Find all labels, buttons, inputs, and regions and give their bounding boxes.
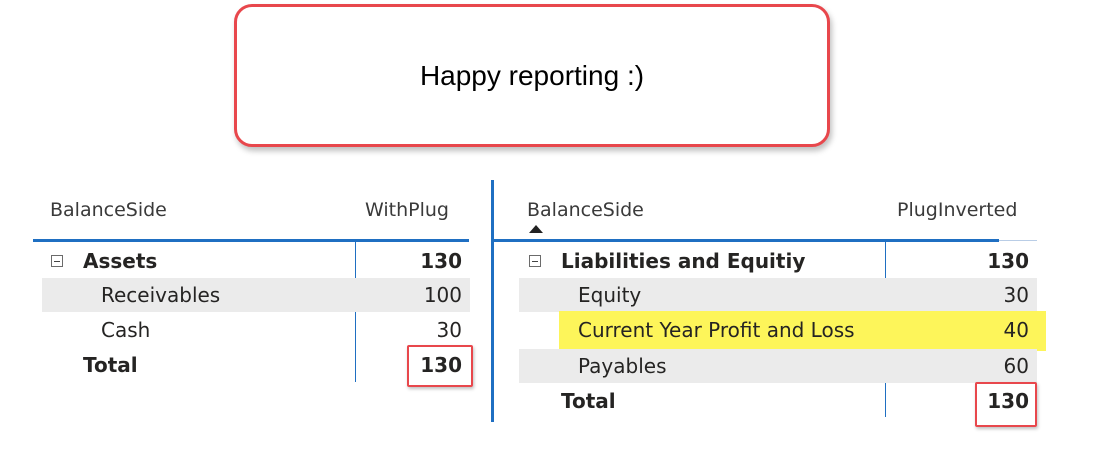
- total-label: Total: [561, 389, 616, 413]
- table-divider: [491, 180, 494, 422]
- row-label: Assets: [83, 249, 158, 273]
- table-row: Receivables 100: [42, 278, 470, 312]
- left-header-balanceside[interactable]: BalanceSide: [50, 199, 167, 221]
- table-row: Assets 130: [42, 244, 470, 278]
- right-header-pluginverted[interactable]: PlugInverted: [897, 199, 1017, 221]
- table-row: Current Year Profit and Loss 40: [519, 311, 1046, 351]
- right-header-balanceside[interactable]: BalanceSide: [527, 199, 644, 221]
- collapse-icon[interactable]: [51, 255, 63, 267]
- table-row: Payables 60: [519, 349, 1037, 383]
- row-label: Current Year Profit and Loss: [578, 318, 855, 342]
- total-row: Total 130: [519, 384, 1037, 418]
- row-value: 40: [1003, 318, 1029, 342]
- row-value: 130: [420, 249, 462, 273]
- row-value: 100: [423, 283, 462, 307]
- total-highlight-box: [407, 345, 473, 387]
- sort-ascending-icon[interactable]: [529, 225, 543, 233]
- left-header-withplug[interactable]: WithPlug: [365, 199, 449, 221]
- row-label: Equity: [578, 283, 642, 307]
- total-row: Total 130: [42, 348, 470, 382]
- row-label: Liabilities and Equitiy: [561, 249, 806, 273]
- row-label: Cash: [101, 318, 151, 342]
- total-highlight-box: [975, 382, 1037, 427]
- row-label: Payables: [578, 354, 667, 378]
- left-matrix: BalanceSide WithPlug Assets 130 Receivab…: [0, 0, 490, 465]
- row-value: 130: [987, 249, 1029, 273]
- row-value: 30: [436, 318, 462, 342]
- total-label: Total: [83, 353, 138, 377]
- row-label: Receivables: [101, 283, 221, 307]
- table-row: Cash 30: [42, 313, 470, 347]
- left-header-underline: [33, 239, 469, 242]
- collapse-icon[interactable]: [529, 255, 541, 267]
- row-value: 30: [1003, 283, 1029, 307]
- table-row: Equity 30: [519, 278, 1037, 312]
- right-matrix: BalanceSide PlugInverted Liabilities and…: [495, 0, 1055, 465]
- row-value: 60: [1003, 354, 1029, 378]
- table-row: Liabilities and Equitiy 130: [519, 244, 1037, 278]
